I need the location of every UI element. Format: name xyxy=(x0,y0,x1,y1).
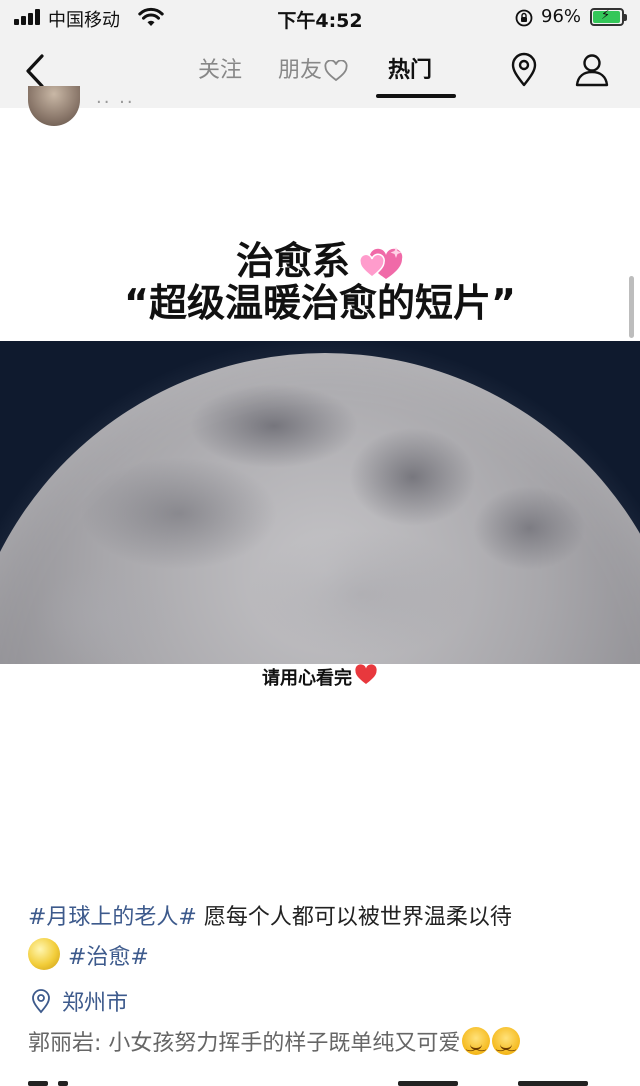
active-tab-indicator xyxy=(376,94,456,98)
moon-image xyxy=(0,353,640,664)
comment-separator: : xyxy=(94,1031,109,1056)
battery-icon xyxy=(590,8,627,26)
battery-percent: 96% xyxy=(541,6,582,27)
hashtag-moon-elder[interactable]: #月球上的老人# xyxy=(28,905,197,930)
next-comment-peek xyxy=(28,1078,618,1086)
video-subtitle: 请用心看完 xyxy=(0,664,640,690)
location-name: 郑州市 xyxy=(62,991,129,1016)
video-subtitle-text: 请用心看完 xyxy=(262,668,352,689)
post-location[interactable]: 郑州市 xyxy=(30,984,128,1018)
smiling-face-emoji-icon xyxy=(492,1027,521,1065)
author-name-peek: ·· ·· xyxy=(96,100,135,113)
full-moon-emoji-icon xyxy=(28,938,60,970)
comment-item[interactable]: 郭丽岩: 小女孩努力挥手的样子既单纯又可爱 xyxy=(28,1026,628,1065)
rotation-lock-icon xyxy=(515,9,533,27)
nav-bar: 关注 朋友 热门 xyxy=(0,34,640,108)
smiling-face-emoji-icon xyxy=(462,1027,491,1065)
scrollbar[interactable] xyxy=(629,276,634,338)
tab-friends-label: 朋友 xyxy=(278,58,323,83)
caption-text: 愿每个人都可以被世界温柔以待 xyxy=(196,905,512,930)
tab-trending[interactable]: 热门 xyxy=(388,52,432,84)
tab-following[interactable]: 关注 xyxy=(198,52,242,84)
location-pin-icon xyxy=(32,989,50,1014)
hashtag-healing[interactable]: #治愈# xyxy=(68,945,149,970)
avatar[interactable] xyxy=(28,86,80,126)
heart-outline-icon xyxy=(324,60,348,82)
location-pin-icon[interactable] xyxy=(508,52,540,88)
video-title-line2: “超级温暖治愈的短片” xyxy=(124,281,516,325)
status-bar: 中国移动 下午4:52 96% xyxy=(0,0,640,34)
post-caption: #月球上的老人# 愿每个人都可以被世界温柔以待 #治愈# xyxy=(28,898,618,978)
comment-text: 小女孩努力挥手的样子既单纯又可爱 xyxy=(108,1031,461,1056)
comment-author: 郭丽岩 xyxy=(28,1031,95,1056)
video-player[interactable] xyxy=(0,341,640,664)
tab-friends[interactable]: 朋友 xyxy=(278,52,348,84)
person-icon[interactable] xyxy=(574,52,610,88)
red-heart-icon xyxy=(355,664,377,684)
